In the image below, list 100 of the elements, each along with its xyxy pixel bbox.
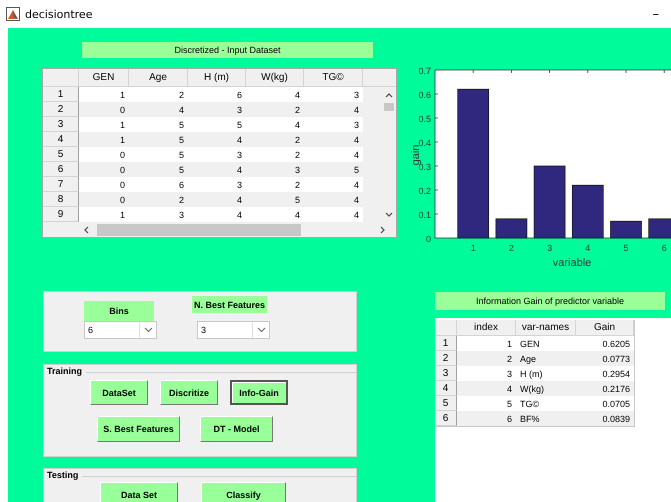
table-cell: 6 bbox=[129, 177, 188, 192]
table-cell: 3 bbox=[129, 207, 188, 222]
row-header: 2 bbox=[435, 351, 457, 366]
app-icon bbox=[6, 7, 20, 21]
table-cell: 6 bbox=[188, 87, 246, 102]
column-header: GEN bbox=[79, 69, 129, 87]
table-cell: 0 bbox=[79, 147, 129, 162]
bar bbox=[610, 220, 642, 238]
row-header: 4 bbox=[435, 381, 457, 396]
table-cell: 0.2176 bbox=[576, 381, 634, 396]
table-cell: 0 bbox=[79, 177, 129, 192]
table-cell: 4 bbox=[304, 207, 363, 222]
table-cell: 5 bbox=[129, 117, 188, 132]
table-cell: 4 bbox=[188, 207, 246, 222]
column-header: Gain bbox=[576, 320, 634, 336]
table-cell: 0.0839 bbox=[576, 411, 634, 426]
tick-label: 0.6 bbox=[418, 90, 431, 100]
column-header: H (m) bbox=[188, 69, 246, 87]
scrollbar-thumb[interactable] bbox=[97, 224, 301, 236]
table-cell: 1 bbox=[79, 87, 129, 102]
row-header: 6 bbox=[43, 162, 79, 177]
tick-label: 6 bbox=[662, 243, 667, 253]
scrollbar-thumb[interactable] bbox=[384, 103, 394, 111]
table-cell: 2 bbox=[246, 177, 304, 192]
table-cell: 4 bbox=[246, 207, 304, 222]
field-label: N. Best Features bbox=[192, 296, 267, 313]
action-button[interactable]: DataSet bbox=[90, 380, 148, 405]
row-header: 4 bbox=[43, 132, 79, 147]
row-header: 7 bbox=[43, 177, 79, 192]
scroll-right-icon[interactable] bbox=[380, 226, 386, 234]
tick-label: 5 bbox=[624, 243, 628, 253]
table-cell: 6 bbox=[457, 411, 516, 426]
panel-title: Training bbox=[47, 366, 82, 376]
table-cell: 4 bbox=[246, 87, 304, 102]
table-cell: 5 bbox=[188, 117, 246, 132]
table-cell: 4 bbox=[304, 147, 363, 162]
table-cell: 2 bbox=[129, 87, 188, 102]
action-button[interactable]: Data Set bbox=[100, 482, 178, 502]
table-cell: 3 bbox=[304, 117, 363, 132]
bar bbox=[648, 218, 671, 238]
chevron-down-icon[interactable] bbox=[144, 327, 152, 333]
dropdown[interactable]: 3 bbox=[197, 321, 270, 339]
column-header: index bbox=[457, 320, 516, 336]
tick-label: 2 bbox=[508, 243, 514, 253]
table-cell: 4 bbox=[246, 117, 304, 132]
row-header: 6 bbox=[435, 411, 457, 426]
tick-label: 3 bbox=[547, 243, 552, 253]
table-cell: Age bbox=[516, 351, 576, 366]
table-cell: 3 bbox=[188, 177, 246, 192]
column-header: TG© bbox=[304, 69, 363, 87]
table-cell: 3 bbox=[188, 147, 246, 162]
tick-label: 0.1 bbox=[418, 210, 431, 220]
row-header: 5 bbox=[43, 147, 79, 162]
scroll-left-icon[interactable] bbox=[83, 226, 89, 234]
minimize-button[interactable]: – bbox=[648, 6, 663, 22]
bar bbox=[572, 184, 604, 238]
scroll-down-icon[interactable] bbox=[385, 212, 393, 218]
tick-label: 0.2 bbox=[418, 186, 431, 196]
table-cell: 1 bbox=[79, 117, 129, 132]
row-header: 1 bbox=[43, 87, 79, 102]
row-header: 3 bbox=[435, 366, 457, 381]
row-header: 8 bbox=[43, 192, 79, 207]
table-cell: 5 bbox=[129, 147, 188, 162]
dropdown[interactable]: 6 bbox=[84, 321, 157, 339]
action-button[interactable]: Classify bbox=[201, 482, 286, 502]
tick-label: 0.7 bbox=[418, 66, 431, 76]
field-label: Bins bbox=[84, 301, 154, 321]
tick-label: 0.5 bbox=[418, 114, 431, 124]
window-title: decisiontree bbox=[25, 8, 92, 20]
table-cell: 4 bbox=[304, 177, 363, 192]
scroll-up-icon[interactable] bbox=[385, 92, 393, 98]
row-header: 2 bbox=[43, 102, 79, 117]
table-cell: BF% bbox=[516, 411, 576, 426]
action-button[interactable]: Discritize bbox=[160, 380, 218, 405]
table-cell: 2 bbox=[457, 351, 516, 366]
tick-label: 0 bbox=[426, 234, 431, 244]
bar bbox=[496, 218, 528, 238]
action-button[interactable]: Info-Gain bbox=[230, 380, 288, 405]
table-corner bbox=[435, 320, 457, 336]
tick-label: 1 bbox=[470, 243, 476, 253]
tick-label: 4 bbox=[585, 243, 590, 253]
column-header: W(kg) bbox=[246, 69, 304, 87]
axis-label: variable bbox=[552, 257, 592, 269]
table-cell: 0.0773 bbox=[576, 351, 634, 366]
row-header: 3 bbox=[43, 117, 79, 132]
table-cell: 2 bbox=[246, 147, 304, 162]
panel-title: Testing bbox=[47, 470, 78, 480]
table-cell: 4 bbox=[457, 381, 516, 396]
action-button[interactable]: S. Best Features bbox=[97, 416, 180, 442]
action-button[interactable]: DT - Model bbox=[200, 416, 273, 442]
column-header: var-names bbox=[516, 320, 576, 336]
table-cell: 3 bbox=[304, 87, 363, 102]
table-title: Information Gain of predictor variable bbox=[435, 292, 665, 310]
row-header: 1 bbox=[435, 336, 457, 351]
table-cell: W(kg) bbox=[516, 381, 576, 396]
chevron-down-icon[interactable] bbox=[256, 327, 266, 333]
table-cell: 1 bbox=[79, 207, 129, 222]
row-header: 9 bbox=[43, 207, 79, 222]
row-header: 5 bbox=[435, 396, 457, 411]
column-header: Age bbox=[129, 69, 188, 87]
